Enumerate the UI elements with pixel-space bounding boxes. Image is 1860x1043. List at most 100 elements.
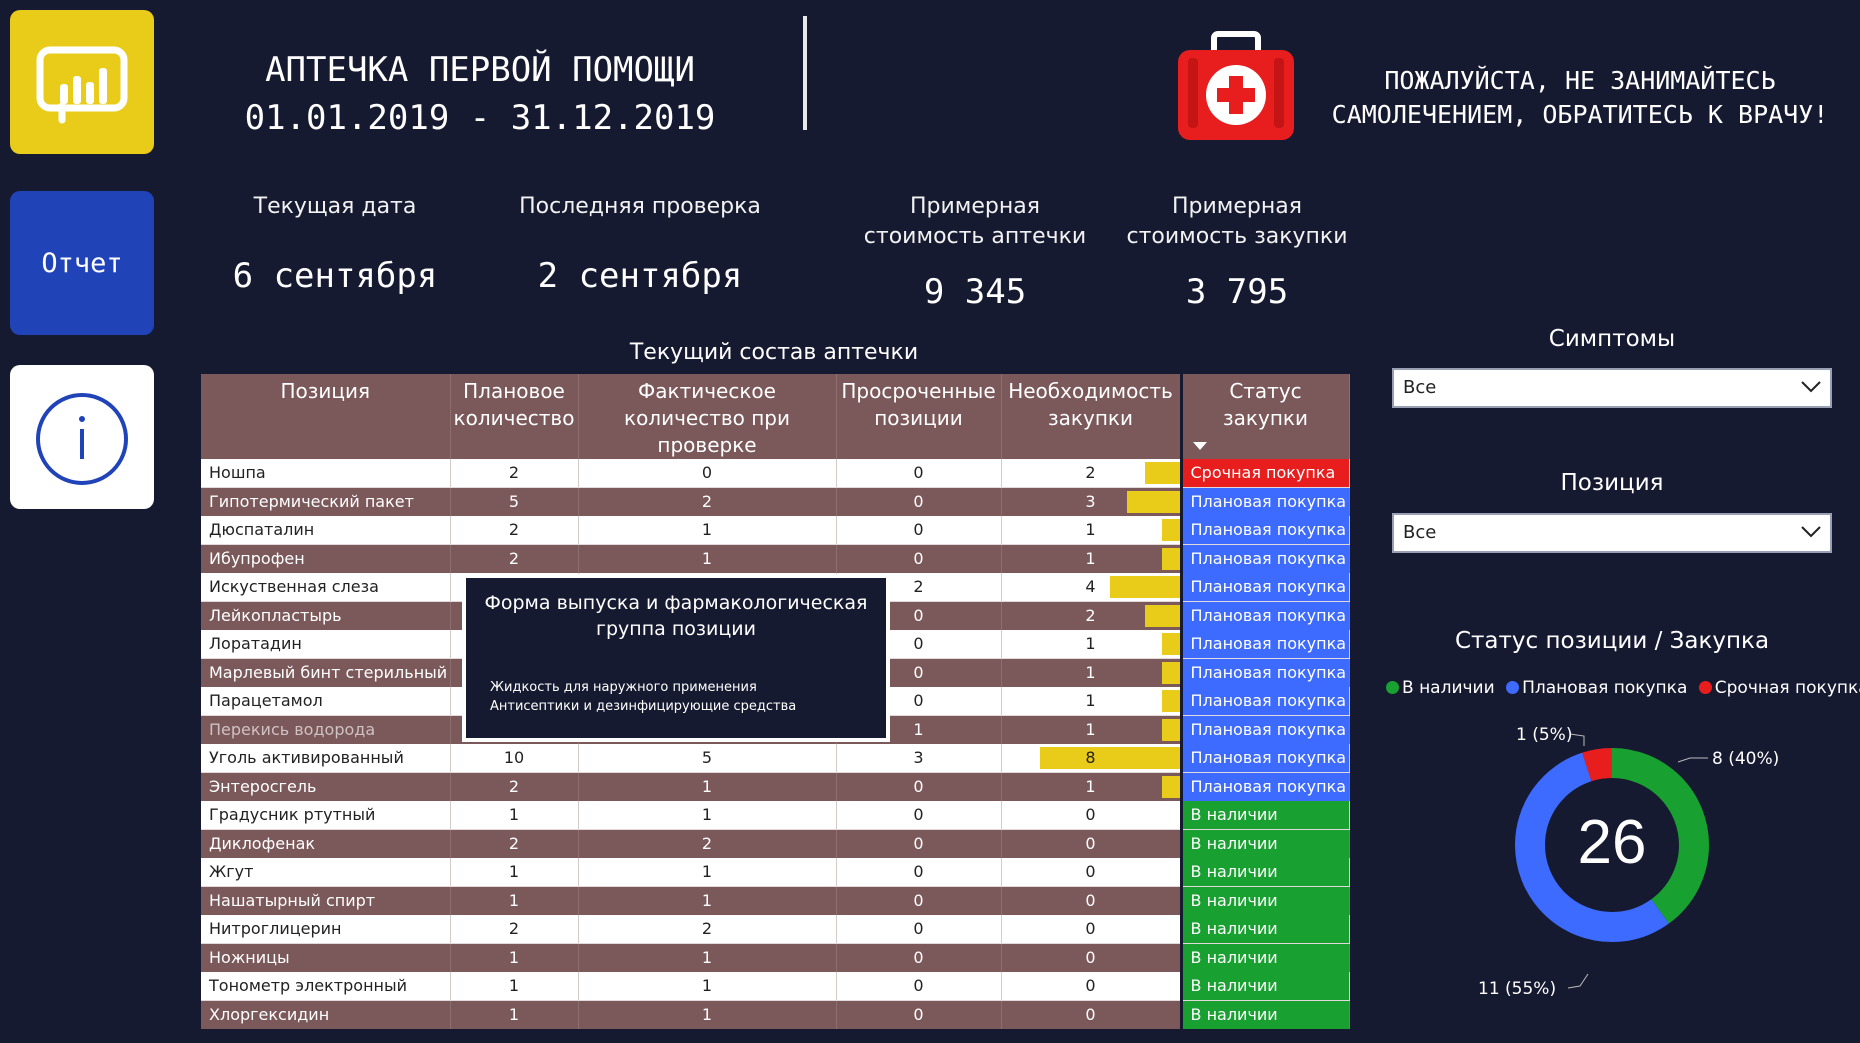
info-button[interactable]: [10, 365, 154, 509]
tooltip-title: Форма выпуска и фармакологическая группа…: [466, 590, 886, 642]
table-row[interactable]: Градусник ртутный 1 1 0 0 В наличии: [201, 801, 1350, 830]
cell-status-badge: В наличии: [1179, 829, 1350, 858]
cell-position: Нашатырный спирт: [201, 886, 451, 915]
col-header-expired[interactable]: Просроченные позиции: [836, 374, 1002, 459]
table-row[interactable]: Уголь активированный 10 5 3 8 Плановая покупк…: [201, 744, 1350, 773]
legend-item-in-stock[interactable]: В наличии: [1386, 678, 1495, 698]
cell-need: 8: [1001, 744, 1182, 773]
cell-status-badge: Плановая покупка: [1179, 744, 1350, 773]
chevron-down-icon: [1801, 381, 1821, 393]
cell-plan: 1: [450, 1000, 579, 1029]
cell-status-badge: В наличии: [1179, 858, 1350, 887]
col-header-position[interactable]: Позиция: [201, 374, 451, 459]
legend-dot-red: [1698, 681, 1712, 694]
table-row[interactable]: Ношпа 2 0 0 2 Срочная покупка: [201, 459, 1350, 488]
purchase-cost-label-line1: Примерная: [1171, 194, 1302, 219]
cell-expired: 0: [836, 544, 1002, 573]
table-row[interactable]: Нитроглицерин 2 2 0 0 В наличии: [201, 915, 1350, 944]
cell-plan: 2: [450, 459, 579, 488]
cell-need: 4: [1001, 573, 1182, 602]
position-tooltip: Форма выпуска и фармакологическая группа…: [462, 574, 890, 742]
table-row[interactable]: Ибупрофен 2 1 0 1 Плановая покупка: [201, 544, 1350, 573]
table-row[interactable]: Ножницы 1 1 0 0 В наличии: [201, 943, 1350, 972]
symptoms-dropdown[interactable]: Все: [1392, 368, 1832, 408]
legend-item-planned[interactable]: Плановая покупка: [1506, 678, 1687, 698]
cell-need-value: 3: [1085, 492, 1096, 511]
cell-position: Ношпа: [201, 459, 451, 488]
table-row[interactable]: Гипотермический пакет 5 2 0 3 Плановая покупк…: [201, 487, 1350, 516]
need-data-bar: [1161, 548, 1180, 570]
sort-desc-icon[interactable]: [1192, 442, 1207, 450]
cell-need: 1: [1001, 658, 1182, 687]
cell-need: 0: [1001, 886, 1182, 915]
legend-item-urgent[interactable]: Срочная покупка: [1698, 678, 1860, 698]
col-header-need[interactable]: Необходимость закупки: [1001, 374, 1182, 459]
cell-need-value: 1: [1085, 720, 1096, 739]
cell-position: Уголь активированный: [201, 744, 451, 773]
cell-position: Марлевый бинт стерильный: [201, 658, 451, 687]
period-text: 01.01.2019 - 31.12.2019: [244, 98, 716, 138]
leader-line-planned: [1567, 973, 1589, 989]
donut-legend: В наличии Плановая покупка Срочная покуп…: [1386, 678, 1860, 698]
cell-status-badge: В наличии: [1179, 1000, 1350, 1029]
need-data-bar: [1039, 747, 1180, 769]
kit-cost-label: Примерная стоимость аптечки: [850, 192, 1100, 252]
donut-label-planned: 11 (55%): [1478, 979, 1556, 999]
purchase-cost-value: 3 795: [1185, 272, 1289, 312]
legend-label-planned: Плановая покупка: [1522, 678, 1688, 698]
table-row[interactable]: Дюспаталин 2 1 0 1 Плановая покупка: [201, 516, 1350, 545]
cell-position: Гипотермический пакет: [201, 487, 451, 516]
col-header-plan[interactable]: Плановое количество: [450, 374, 579, 459]
cell-plan: 1: [450, 886, 579, 915]
cell-status-badge: Плановая покупка: [1179, 630, 1350, 659]
cell-need: 3: [1001, 487, 1182, 516]
cell-position: Ибупрофен: [201, 544, 451, 573]
table-row[interactable]: Диклофенак 2 2 0 0 В наличии: [201, 829, 1350, 858]
col-header-status[interactable]: Статус закупки: [1179, 374, 1350, 459]
cell-position: Дюспаталин: [201, 516, 451, 545]
leader-line-in-stock: [1677, 757, 1708, 763]
cell-position: Хлоргексидин: [201, 1000, 451, 1029]
legend-label-in-stock: В наличии: [1402, 678, 1495, 698]
cell-need-value: 1: [1085, 549, 1096, 568]
cell-fact: 1: [578, 943, 837, 972]
cell-status-badge: Срочная покупка: [1179, 459, 1350, 488]
report-nav-button[interactable]: Отчет: [10, 191, 154, 335]
cell-need-value: 1: [1085, 634, 1096, 653]
cell-need: 1: [1001, 772, 1182, 801]
table-row[interactable]: Энтеросгель 2 1 0 1 Плановая покупка: [201, 772, 1350, 801]
need-data-bar: [1144, 605, 1180, 627]
cell-expired: 0: [836, 829, 1002, 858]
last-check-label: Последняя проверка: [519, 194, 761, 219]
need-data-bar: [1161, 776, 1180, 798]
cell-need-value: 0: [1085, 976, 1096, 995]
table-row[interactable]: Хлоргексидин 1 1 0 0 В наличии: [201, 1000, 1350, 1029]
col-header-fact[interactable]: Фактическое количество при проверке: [578, 374, 837, 459]
cell-fact: 1: [578, 516, 837, 545]
powerbi-logo-tile[interactable]: [10, 10, 154, 154]
cell-fact: 1: [578, 772, 837, 801]
cell-need-value: 1: [1085, 663, 1096, 682]
position-dropdown[interactable]: Все: [1392, 513, 1832, 553]
cell-need: 1: [1001, 687, 1182, 716]
donut-chart-title: Статус позиции / Закупка: [1454, 628, 1770, 654]
tooltip-title-line2: группа позиции: [596, 618, 756, 640]
cell-plan: 2: [450, 516, 579, 545]
cell-expired: 0: [836, 459, 1002, 488]
table-row[interactable]: Нашатырный спирт 1 1 0 0 В наличии: [201, 886, 1350, 915]
need-data-bar: [1161, 633, 1180, 655]
table-row[interactable]: Жгут 1 1 0 0 В наличии: [201, 858, 1350, 887]
cell-need: 2: [1001, 601, 1182, 630]
cell-status-badge: Плановая покупка: [1179, 573, 1350, 602]
cell-fact: 1: [578, 801, 837, 830]
cell-need: 2: [1001, 459, 1182, 488]
table-row[interactable]: Тонометр электронный 1 1 0 0 В наличии: [201, 972, 1350, 1001]
tooltip-title-line1: Форма выпуска и фармакологическая: [484, 592, 868, 614]
cell-position: Искуственная слеза: [201, 573, 451, 602]
cell-plan: 2: [450, 829, 579, 858]
cell-fact: 5: [578, 744, 837, 773]
cell-position: Диклофенак: [201, 829, 451, 858]
warning-line-1: ПОЖАЛУЙСТА, НЕ ЗАНИМАЙТЕСЬ: [1384, 66, 1776, 95]
dashboard-title: АПТЕЧКА ПЕРВОЙ ПОМОЩИ 01.01.2019 - 31.12…: [210, 46, 750, 142]
cell-status-badge: В наличии: [1179, 886, 1350, 915]
